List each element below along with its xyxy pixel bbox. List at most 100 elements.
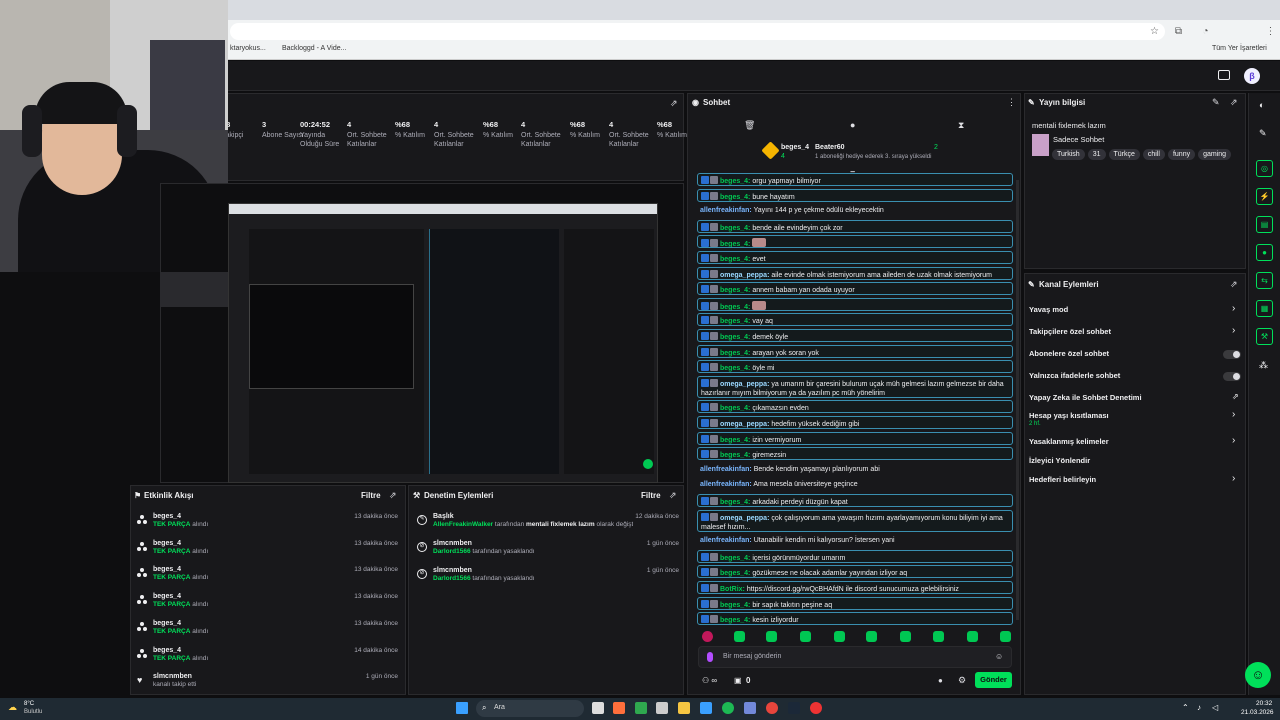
external-link-icon[interactable]: ⇗ bbox=[1232, 392, 1239, 401]
bookmark-item[interactable]: Backloggd - A Vide... bbox=[282, 45, 346, 52]
chat-message[interactable]: omega_peppa: aile evinde olmak istemiyor… bbox=[697, 266, 1013, 280]
moderation-filter-button[interactable]: Filtre bbox=[641, 491, 661, 500]
star-icon[interactable]: ☆ bbox=[1149, 26, 1160, 37]
channel-action-label[interactable]: Takipçilere özel sohbet bbox=[1029, 327, 1111, 336]
popout-icon[interactable]: ⇗ bbox=[389, 490, 397, 501]
avatar[interactable]: β bbox=[1244, 68, 1260, 84]
chat-bubble-icon[interactable]: ● bbox=[938, 676, 943, 685]
moderation-actor[interactable]: Darlord1566 bbox=[433, 548, 471, 555]
app-icon[interactable] bbox=[810, 702, 822, 714]
chat-username[interactable]: allenfreakinfan: bbox=[700, 481, 752, 488]
emote-button[interactable] bbox=[1000, 631, 1011, 642]
mic-icon[interactable]: ♪ bbox=[1197, 703, 1201, 712]
chat-username[interactable]: beges_4: bbox=[720, 365, 750, 372]
chat-message[interactable]: beges_4: evet bbox=[697, 251, 1013, 264]
trash-icon[interactable]: 🗑 bbox=[744, 120, 755, 131]
chat-message[interactable]: allenfreakinfan: Ama mesela üniversiteye… bbox=[697, 478, 1013, 491]
chat-username[interactable]: beges_4: bbox=[720, 318, 750, 325]
popout-icon[interactable]: ⇗ bbox=[1230, 279, 1238, 290]
chat-username[interactable]: beges_4: bbox=[720, 437, 750, 444]
channel-action-label[interactable]: İzleyici Yönlendir bbox=[1029, 456, 1090, 465]
activity-item[interactable]: beges_4 TEK PARÇA alındı 14 dakika önce bbox=[153, 647, 398, 662]
discord-icon[interactable] bbox=[744, 702, 756, 714]
chat-message[interactable]: beges_4: arkadaki perdeyi düzgün kapat bbox=[697, 494, 1013, 507]
community-icon[interactable]: ⚇ ∞ bbox=[702, 676, 717, 685]
chat-username[interactable]: beges_4: bbox=[720, 241, 750, 247]
moderation-actor[interactable]: AllenFreakinWalker bbox=[433, 521, 493, 528]
channel-action-label[interactable]: Hesap yaşı kısıtlaması bbox=[1029, 411, 1109, 420]
channel-action-label[interactable]: Abonelere özel sohbet bbox=[1029, 349, 1109, 358]
hourglass-icon[interactable]: ⧗ bbox=[958, 120, 964, 131]
emote-button[interactable] bbox=[933, 631, 944, 642]
app-icon[interactable] bbox=[613, 702, 625, 714]
chat-message[interactable]: beges_4: bbox=[697, 235, 1013, 249]
chat-message[interactable]: beges_4: arayan yok soran yok bbox=[697, 344, 1013, 358]
tag[interactable]: Türkçe bbox=[1108, 149, 1140, 160]
chat-message[interactable]: beges_4: içerisi görünmüyordur umarım bbox=[697, 549, 1013, 563]
channel-action-label[interactable]: Yasaklanmış kelimeler bbox=[1029, 437, 1109, 446]
activity-item[interactable]: beges_4 TEK PARÇA alındı 13 dakika önce bbox=[153, 620, 398, 635]
chat-username[interactable]: omega_peppa: bbox=[720, 421, 769, 428]
spotify-icon[interactable] bbox=[722, 702, 734, 714]
address-bar[interactable] bbox=[230, 23, 1165, 40]
moderation-actor[interactable]: Darlord1566 bbox=[433, 575, 471, 582]
chevron-right-icon[interactable]: › bbox=[1232, 435, 1235, 446]
chat-username[interactable]: beges_4: bbox=[720, 405, 750, 412]
emoji-icon[interactable]: ☺ bbox=[995, 652, 1003, 661]
chat-message[interactable]: beges_4: bbox=[697, 297, 1013, 311]
activity-filter-button[interactable]: Filtre bbox=[361, 491, 381, 500]
activity-item[interactable]: beges_4 TEK PARÇA alındı 13 dakika önce bbox=[153, 540, 398, 555]
emote-button[interactable] bbox=[967, 631, 978, 642]
chrome-icon[interactable] bbox=[766, 702, 778, 714]
extensions-icon[interactable]: ⧉ bbox=[1173, 26, 1184, 37]
chat-username[interactable]: allenfreakinfan: bbox=[700, 466, 752, 473]
chat-username[interactable]: BotRix: bbox=[720, 586, 745, 593]
taskbar-search[interactable] bbox=[476, 700, 584, 717]
settings-icon[interactable]: ⚙ bbox=[958, 675, 966, 686]
leader-user[interactable]: beges_4 bbox=[781, 144, 809, 151]
edit-icon[interactable]: ✎ bbox=[1212, 97, 1220, 108]
emote-picker-icon[interactable] bbox=[707, 652, 713, 662]
chat-message[interactable]: beges_4: bende aile evindeyim çok zor bbox=[697, 219, 1013, 233]
clock-time[interactable]: 20:32 bbox=[1256, 700, 1272, 707]
chat-username[interactable]: beges_4: bbox=[720, 287, 750, 294]
category-name[interactable]: Sadece Sohbet bbox=[1053, 135, 1104, 144]
points-icon[interactable]: ▣ bbox=[734, 676, 742, 685]
xbox-icon[interactable] bbox=[635, 702, 647, 714]
quick-action-button[interactable]: ▦ bbox=[1256, 300, 1273, 317]
quick-action-button[interactable]: ⇆ bbox=[1256, 272, 1273, 289]
moderation-item[interactable]: slmcnmben Darlord1566 tarafından yasaklan… bbox=[433, 567, 679, 582]
quick-action-button[interactable]: ● bbox=[1256, 244, 1273, 261]
chat-message[interactable]: beges_4: giremezsin bbox=[697, 447, 1013, 461]
quick-action-button[interactable]: ◎ bbox=[1256, 160, 1273, 177]
chat-message[interactable]: omega_peppa: hedefim yüksek dediğim gibi bbox=[697, 416, 1013, 429]
activity-item[interactable]: beges_4 TEK PARÇA alındı 13 dakika önce bbox=[153, 566, 398, 581]
chat-message[interactable]: omega_peppa: ya umarım bir çaresini bulu… bbox=[697, 375, 1013, 398]
channel-action-label[interactable]: Yapay Zeka ile Sohbet Denetimi bbox=[1029, 393, 1142, 402]
app-icon[interactable] bbox=[656, 702, 668, 714]
chat-username[interactable]: beges_4: bbox=[720, 499, 750, 506]
chevron-right-icon[interactable]: › bbox=[1232, 303, 1235, 314]
tag[interactable]: funny bbox=[1167, 149, 1196, 160]
quick-action-button[interactable]: ⚡ bbox=[1256, 188, 1273, 205]
chevron-right-icon[interactable]: › bbox=[1232, 409, 1235, 420]
channel-action-label[interactable]: Hedefleri belirleyin bbox=[1029, 475, 1096, 484]
file-explorer-icon[interactable] bbox=[678, 702, 690, 714]
volume-icon[interactable]: ◁ bbox=[1212, 703, 1218, 712]
chat-username[interactable]: beges_4: bbox=[720, 570, 750, 577]
chat-username[interactable]: allenfreakinfan: bbox=[700, 207, 752, 214]
activity-item[interactable]: beges_4 TEK PARÇA alındı 13 dakika önce bbox=[153, 593, 398, 608]
emote-button[interactable] bbox=[800, 631, 811, 642]
chat-bubble-icon[interactable]: ● bbox=[850, 120, 855, 130]
chat-username[interactable]: omega_peppa: bbox=[720, 515, 769, 522]
chat-message[interactable]: beges_4: kesin izliyordur bbox=[697, 612, 1013, 626]
quick-action-button[interactable]: ▤ bbox=[1256, 216, 1273, 233]
start-icon[interactable] bbox=[456, 702, 468, 714]
chat-username[interactable]: beges_4: bbox=[720, 194, 750, 201]
chat-message[interactable]: allenfreakinfan: Yayını 144 p ye çekme ö… bbox=[697, 204, 1013, 217]
chat-message[interactable]: beges_4: çıkamazsın evden bbox=[697, 400, 1013, 414]
tag[interactable]: Turkish bbox=[1052, 149, 1085, 160]
chat-username[interactable]: beges_4: bbox=[720, 617, 750, 624]
chat-username[interactable]: beges_4: bbox=[720, 256, 750, 263]
emote-button[interactable] bbox=[900, 631, 911, 642]
